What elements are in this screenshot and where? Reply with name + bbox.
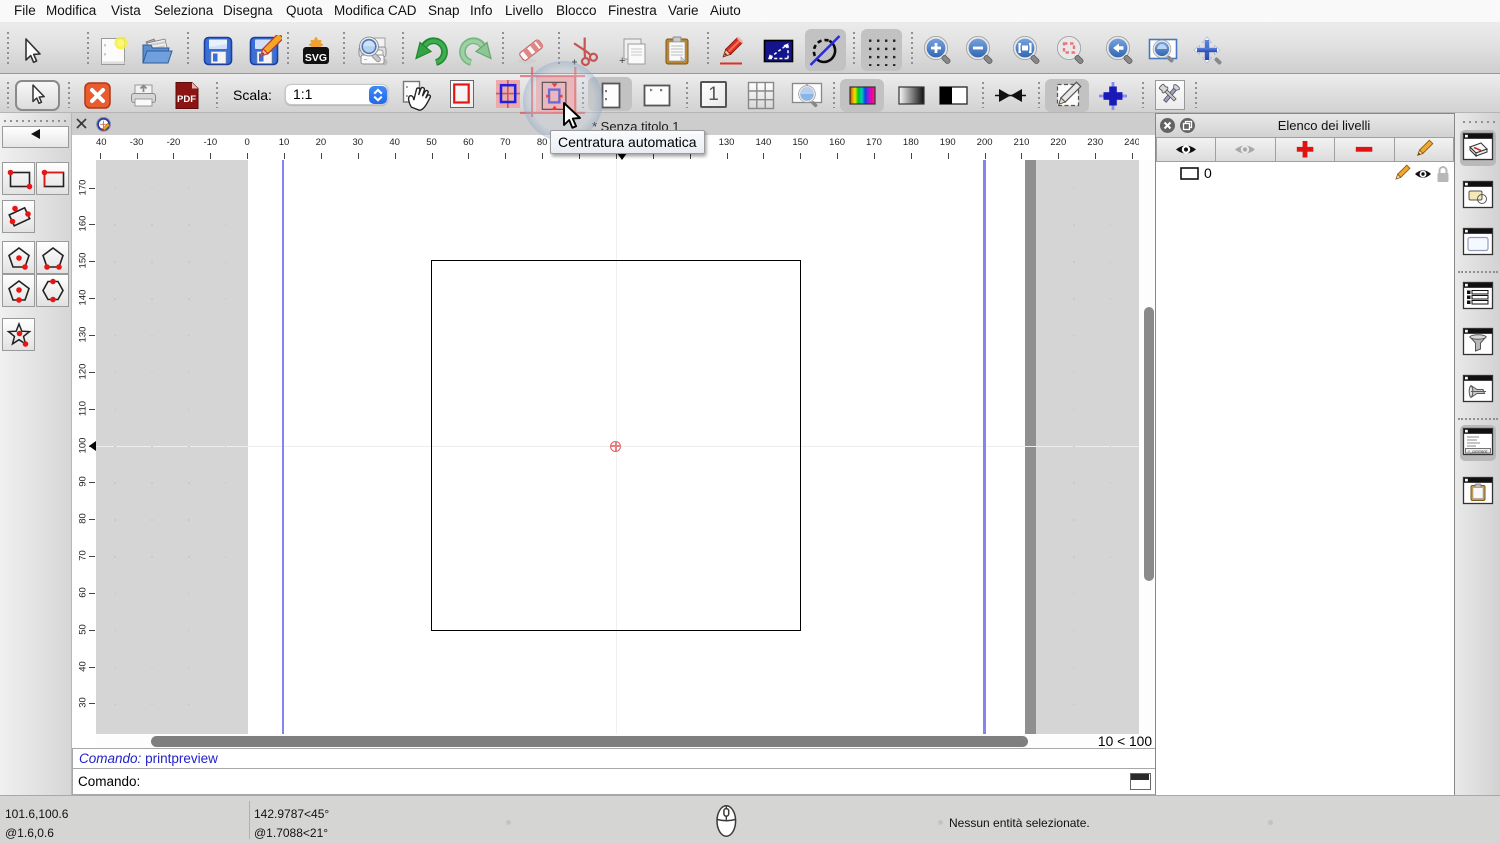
svg-text:SVG: SVG: [305, 52, 327, 64]
svg-text:+: +: [619, 55, 625, 67]
svg-text:<_command: <_command: [1468, 450, 1487, 454]
svg-text:PDF: PDF: [177, 94, 196, 105]
